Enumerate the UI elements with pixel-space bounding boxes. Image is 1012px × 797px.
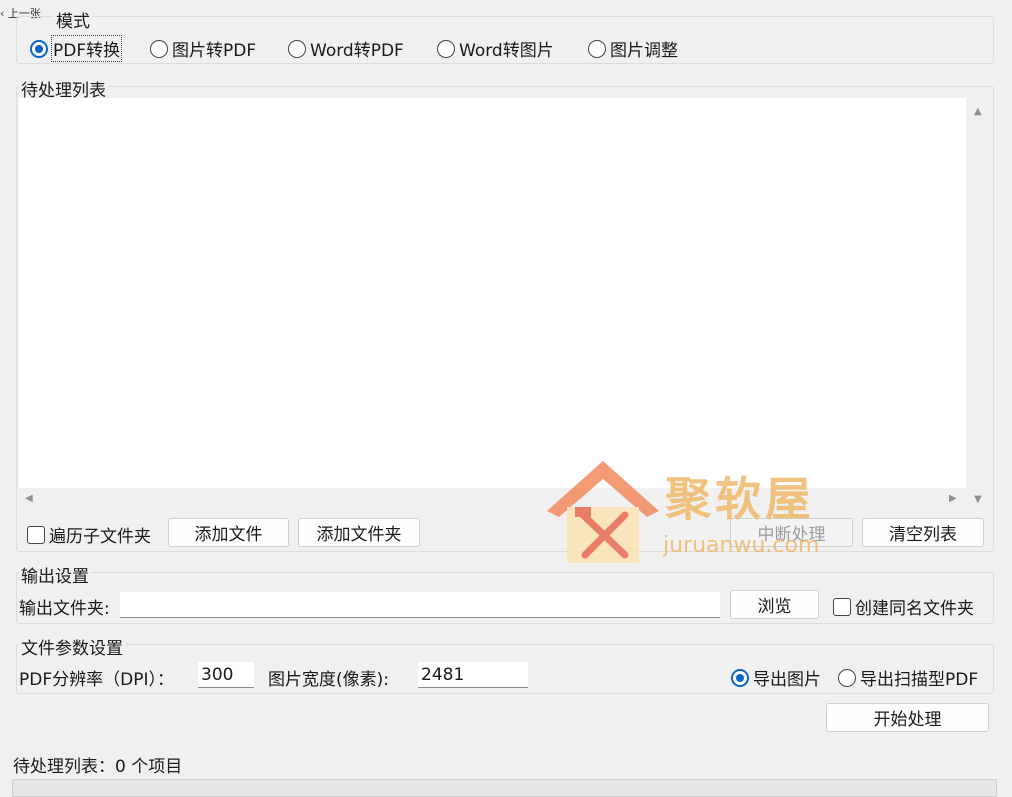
dpi-label: PDF分辨率（DPI）： bbox=[19, 670, 174, 690]
browse-button[interactable]: 浏览 bbox=[730, 590, 819, 619]
image-width-input[interactable]: 2481 bbox=[418, 662, 528, 688]
clear-list-button[interactable]: 清空列表 bbox=[862, 518, 984, 547]
mode-option-pdf-convert[interactable]: PDF转换 bbox=[30, 35, 123, 62]
add-file-button[interactable]: 添加文件 bbox=[168, 518, 289, 547]
export-image-radio[interactable]: 导出图片 bbox=[731, 665, 821, 690]
output-folder-input[interactable] bbox=[120, 592, 720, 618]
mode-option-image-to-pdf[interactable]: 图片转PDF bbox=[150, 36, 256, 61]
mode-option-word-to-pdf[interactable]: Word转PDF bbox=[288, 36, 404, 61]
chevron-left-icon: ‹ bbox=[0, 7, 5, 20]
radio-icon bbox=[288, 39, 306, 58]
mode-option-label: Word转图片 bbox=[459, 41, 554, 61]
queue-horizontal-scrollbar[interactable]: ◀ ▶ bbox=[19, 488, 966, 510]
radio-selected-icon bbox=[30, 39, 48, 58]
mode-option-word-to-image[interactable]: Word转图片 bbox=[437, 36, 554, 61]
radio-icon bbox=[150, 39, 168, 58]
output-folder-label: 输出文件夹: bbox=[19, 599, 110, 619]
scroll-down-icon[interactable]: ▼ bbox=[974, 495, 982, 505]
mode-group-title: 模式 bbox=[54, 7, 92, 32]
recursive-folders-label: 遍历子文件夹 bbox=[49, 527, 151, 547]
checkbox-icon bbox=[27, 525, 45, 544]
mode-option-label: 图片转PDF bbox=[172, 41, 257, 61]
mode-option-label: PDF转换 bbox=[50, 35, 123, 62]
export-scan-pdf-label: 导出扫描型PDF bbox=[860, 670, 979, 690]
params-group-title: 文件参数设置 bbox=[19, 634, 125, 659]
scroll-right-icon[interactable]: ▶ bbox=[949, 494, 957, 504]
queue-vertical-scrollbar[interactable]: ▲ ▼ bbox=[966, 98, 990, 510]
same-name-folder-checkbox[interactable]: 创建同名文件夹 bbox=[833, 594, 974, 619]
recursive-folders-checkbox[interactable]: 遍历子文件夹 bbox=[27, 522, 151, 547]
scroll-left-icon[interactable]: ◀ bbox=[25, 494, 33, 504]
queue-list[interactable] bbox=[19, 98, 966, 488]
radio-icon bbox=[838, 668, 856, 687]
radio-icon bbox=[437, 39, 455, 58]
output-group-title: 输出设置 bbox=[19, 562, 91, 587]
stop-processing-button[interactable]: 中断处理 bbox=[730, 518, 853, 547]
mode-option-label: 图片调整 bbox=[610, 41, 678, 61]
same-name-folder-label: 创建同名文件夹 bbox=[855, 599, 974, 619]
status-text: 待处理列表：0 个项目 bbox=[13, 757, 183, 777]
export-image-label: 导出图片 bbox=[753, 670, 821, 690]
mode-option-image-adjust[interactable]: 图片调整 bbox=[588, 36, 678, 61]
start-processing-button[interactable]: 开始处理 bbox=[826, 703, 989, 732]
mode-option-label: Word转PDF bbox=[310, 41, 404, 61]
progress-bar bbox=[12, 779, 997, 797]
export-scan-pdf-radio[interactable]: 导出扫描型PDF bbox=[838, 665, 978, 690]
radio-icon bbox=[588, 39, 606, 58]
scroll-up-icon[interactable]: ▲ bbox=[974, 107, 982, 117]
radio-selected-icon bbox=[731, 668, 749, 687]
checkbox-icon bbox=[833, 597, 851, 616]
image-width-label: 图片宽度(像素): bbox=[268, 670, 389, 690]
dpi-input[interactable]: 300 bbox=[198, 662, 254, 688]
add-folder-button[interactable]: 添加文件夹 bbox=[298, 518, 420, 547]
